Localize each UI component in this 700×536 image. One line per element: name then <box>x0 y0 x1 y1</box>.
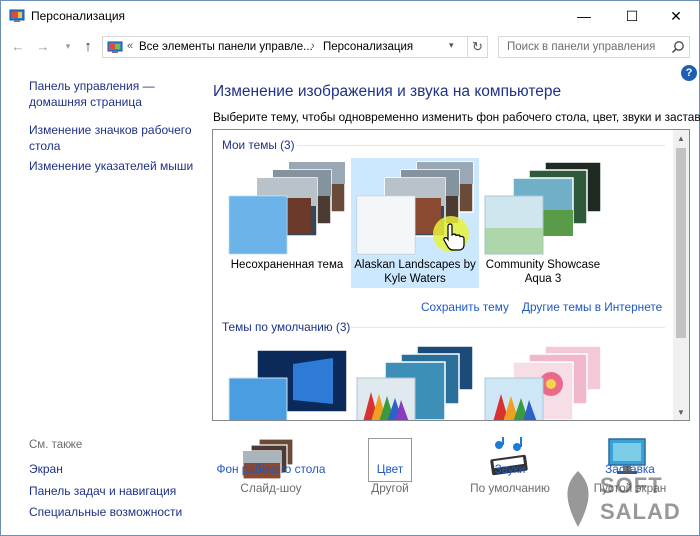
see-also-heading: См. также <box>29 439 83 451</box>
minimize-button[interactable]: — <box>561 1 607 31</box>
theme-alaskan-landscapes[interactable]: Alaskan Landscapes by Kyle Waters <box>351 158 479 288</box>
breadcrumb-separator[interactable]: › <box>311 40 315 52</box>
theme-alaskan-name-line-1: Alaskan Landscapes by <box>354 259 476 271</box>
sounds-setting[interactable]: Звуки По умолчанию <box>450 462 570 495</box>
theme-alaskan-label: Alaskan Landscapes by Kyle Waters <box>351 258 479 286</box>
sidebar-taskbar-link[interactable]: Панель задач и навигация <box>29 483 176 499</box>
watermark-soft: SOFT <box>600 473 663 498</box>
sidebar-ease-of-access-link[interactable]: Специальные возможности <box>29 504 182 520</box>
recent-locations-button[interactable]: ▾ <box>59 36 77 56</box>
address-overflow-chevron[interactable]: « <box>127 40 133 52</box>
window-title: Персонализация <box>31 9 126 23</box>
control-panel-icon <box>107 41 123 53</box>
personalization-window: Персонализация — ☐ ✕ ← → ▾ ↑ « Все элеме… <box>0 0 700 536</box>
color-setting[interactable]: Цвет Другой <box>330 462 450 495</box>
get-more-themes-online-link[interactable]: Другие темы в Интернете <box>522 300 662 314</box>
theme-unsaved-name: Несохраненная тема <box>230 259 344 271</box>
unsaved-theme-thumbnail <box>228 161 346 255</box>
search-input[interactable]: Поиск в панели управления <box>498 36 690 58</box>
hand-cursor-icon <box>443 223 465 251</box>
theme-unsaved[interactable]: Несохраненная тема <box>223 158 351 288</box>
default-themes-heading: Темы по умолчанию (3) <box>222 320 351 334</box>
navigation-bar: ← → ▾ ↑ « Все элементы панели управле...… <box>1 31 699 61</box>
watermark-salad: SALAD <box>600 499 681 524</box>
aqua-theme-thumbnail <box>484 161 602 255</box>
theme-aqua-name-line-1: Community Showcase <box>485 259 601 271</box>
sounds-link[interactable]: Звуки <box>450 462 570 476</box>
breadcrumb-all-control-panel-items[interactable]: Все элементы панели управле... <box>139 41 313 53</box>
home-link-line-1: Панель управления — <box>29 79 155 93</box>
maximize-button[interactable]: ☐ <box>609 1 655 31</box>
personalization-app-icon <box>9 9 25 22</box>
search-icon[interactable] <box>671 40 685 54</box>
title-bar: Персонализация — ☐ ✕ <box>1 1 699 31</box>
up-button[interactable]: ↑ <box>79 36 97 56</box>
sidebar-display-link[interactable]: Экран <box>29 461 63 477</box>
windows-theme-thumbnail <box>228 349 348 420</box>
desktop-background-setting[interactable]: Фон рабочего стола Слайд-шоу <box>211 462 331 495</box>
theme-flowers[interactable] <box>479 344 607 420</box>
color-link[interactable]: Цвет <box>330 462 450 476</box>
theme-unsaved-label: Несохраненная тема <box>223 258 351 272</box>
home-link-line-2: домашняя страница <box>29 95 142 109</box>
page-description: Выберите тему, чтобы одновременно измени… <box>213 110 700 124</box>
close-button[interactable]: ✕ <box>653 1 699 31</box>
help-icon[interactable]: ? <box>681 65 697 81</box>
sidebar-control-panel-home-link[interactable]: Панель управления — домашняя страница <box>29 78 155 110</box>
themes-scrollbar[interactable]: ▲ ▼ <box>673 130 689 420</box>
scrollbar-thumb[interactable] <box>676 148 686 338</box>
address-bar[interactable]: « Все элементы панели управле... › Персо… <box>102 36 488 58</box>
lines-colors-theme-thumbnail <box>356 345 474 420</box>
breadcrumb-personalization[interactable]: Персонализация <box>323 41 413 53</box>
theme-windows[interactable] <box>223 344 351 420</box>
softsalad-logo-icon <box>567 471 589 527</box>
address-dropdown-icon[interactable]: ▾ <box>449 40 454 51</box>
save-theme-link[interactable]: Сохранить тему <box>421 300 509 314</box>
sidebar-change-desktop-icons-link[interactable]: Изменение значков рабочего стола <box>29 122 192 154</box>
theme-lines-and-colors[interactable] <box>351 344 479 420</box>
default-themes-divider <box>351 327 665 328</box>
color-value: Другой <box>371 481 409 495</box>
softsalad-watermark: SOFT SALAD <box>558 469 698 531</box>
icons-link-line-1: Изменение значков рабочего <box>29 123 192 137</box>
theme-aqua-name-line-2: Aqua 3 <box>524 273 562 285</box>
back-button[interactable]: ← <box>9 36 27 56</box>
refresh-button[interactable]: ↻ <box>467 37 487 57</box>
sounds-value: По умолчанию <box>470 481 550 495</box>
desktop-background-link[interactable]: Фон рабочего стола <box>211 462 331 476</box>
icons-link-line-2: стола <box>29 139 61 153</box>
forward-button[interactable]: → <box>34 36 52 56</box>
flowers-theme-thumbnail <box>484 345 602 420</box>
page-title: Изменение изображения и звука на компьют… <box>213 83 562 100</box>
scroll-up-button[interactable]: ▲ <box>673 130 689 146</box>
search-placeholder: Поиск в панели управления <box>507 41 656 53</box>
my-themes-heading: Мои темы (3) <box>222 138 295 152</box>
my-themes-divider <box>297 145 665 146</box>
theme-community-showcase-aqua[interactable]: Community Showcase Aqua 3 <box>479 158 607 288</box>
scroll-down-button[interactable]: ▼ <box>673 404 689 420</box>
themes-list[interactable]: Мои темы (3) Несохраненная тема Alaskan … <box>212 129 690 421</box>
sidebar-change-mouse-pointers-link[interactable]: Изменение указателей мыши <box>29 158 193 174</box>
theme-alaskan-name-line-2: Kyle Waters <box>384 273 446 285</box>
desktop-background-value: Слайд-шоу <box>240 481 302 495</box>
theme-aqua-label: Community Showcase Aqua 3 <box>479 258 607 286</box>
